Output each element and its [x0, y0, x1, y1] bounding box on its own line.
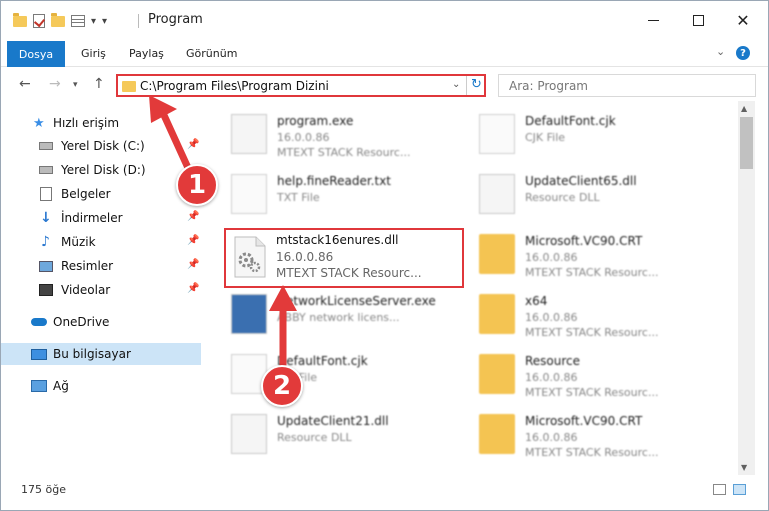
annotation-arrows	[149, 95, 297, 373]
annotation-arrow-2	[269, 285, 297, 373]
file-explorer-window: ▾ ▾ Program ✕ Dosya Giriş Paylaş Görünüm…	[0, 0, 769, 511]
step-badge-1: 1	[176, 164, 218, 206]
step-badge-2: 2	[261, 365, 303, 407]
